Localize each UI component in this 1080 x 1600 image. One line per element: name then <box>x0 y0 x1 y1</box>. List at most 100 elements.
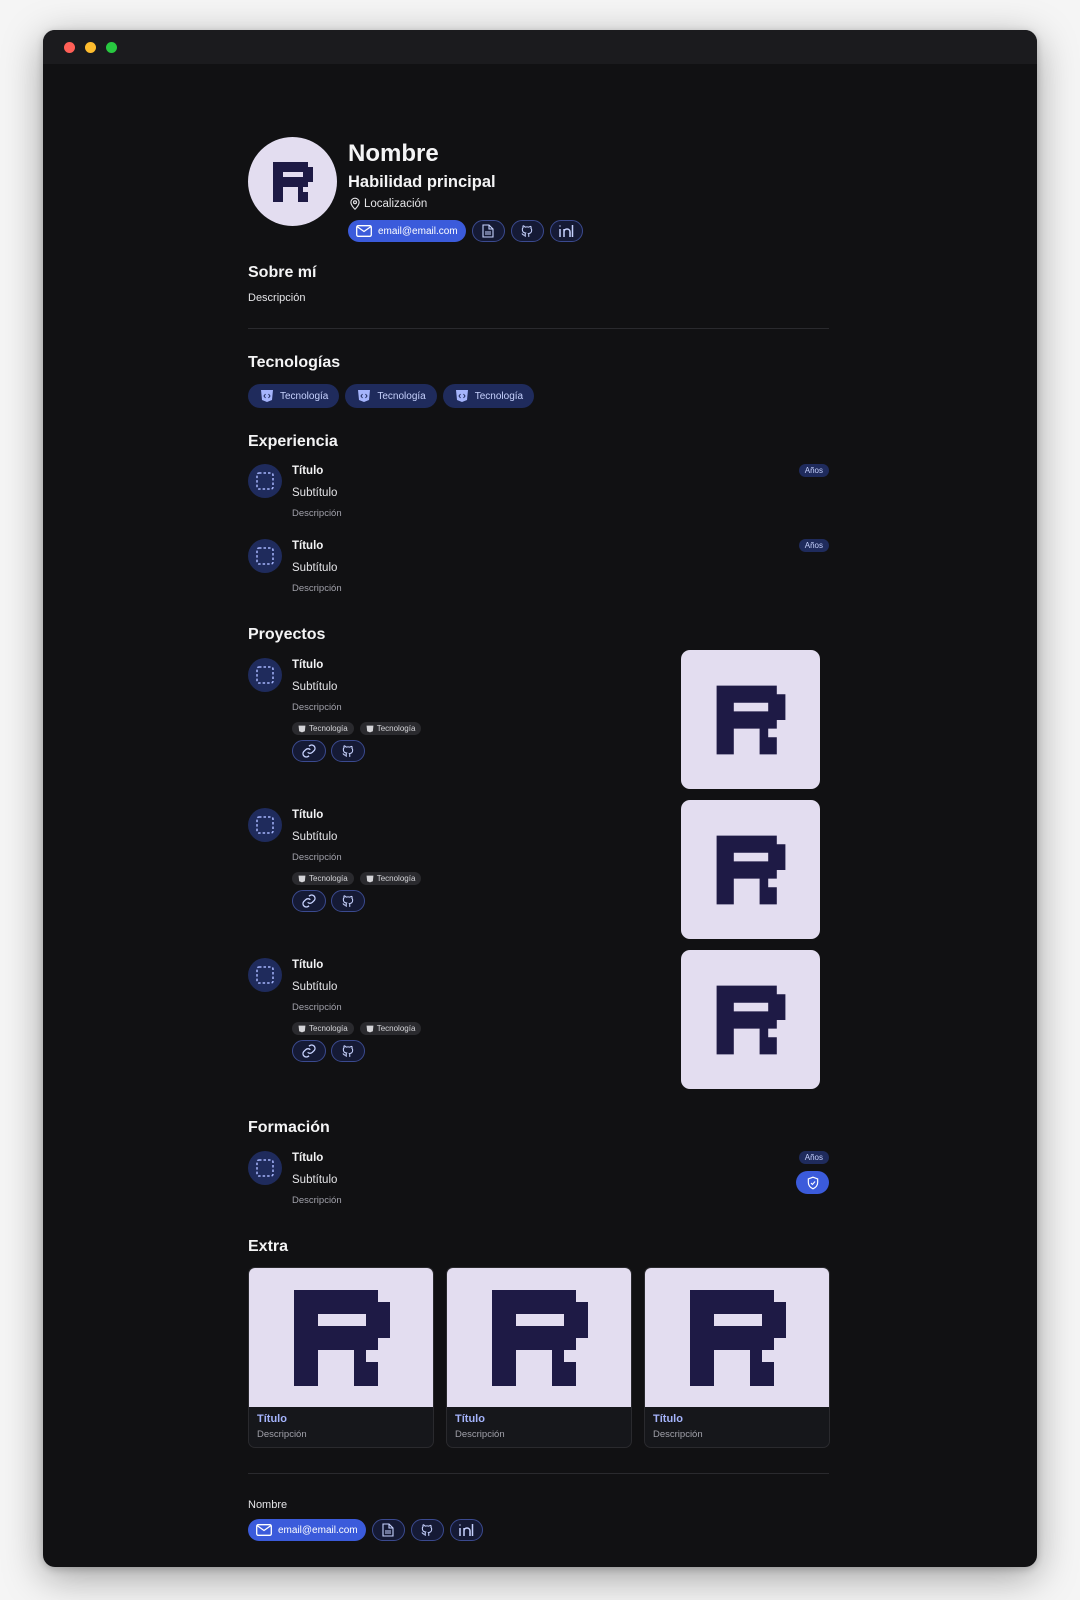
map-pin-icon <box>350 197 360 211</box>
mail-icon <box>356 225 372 237</box>
entry-description: Descripción <box>292 702 342 713</box>
experience-title: Experiencia <box>248 433 338 450</box>
project-link-button[interactable] <box>292 740 326 762</box>
github-icon <box>342 1045 354 1057</box>
entry-description: Descripción <box>292 583 342 594</box>
linkedin-icon <box>559 225 574 237</box>
maximize-window-dot[interactable] <box>106 41 117 53</box>
dashed-square-icon <box>248 808 282 842</box>
project-tags: Tecnología Tecnología <box>292 722 422 735</box>
about-title: Sobre mí <box>248 264 317 281</box>
cv-button[interactable] <box>471 220 505 242</box>
project-image <box>681 800 820 939</box>
github-button[interactable] <box>410 1519 444 1541</box>
location-label: Localización <box>364 198 428 210</box>
certificate-button[interactable] <box>796 1171 829 1194</box>
cv-button[interactable] <box>371 1519 405 1541</box>
years-badge: Años <box>798 539 829 552</box>
logo-r-icon <box>272 161 313 202</box>
entry-subtitle: Subtítulo <box>292 831 338 843</box>
project-tag: Tecnología <box>292 1022 354 1035</box>
extra-card-image <box>447 1268 631 1407</box>
project-tags: Tecnología Tecnología <box>292 872 422 885</box>
email-label: email@email.com <box>378 225 458 237</box>
extra-card[interactable]: Título Descripción <box>248 1267 434 1448</box>
technology-badge: Tecnología <box>248 384 340 408</box>
entry-description: Descripción <box>292 852 342 863</box>
email-button[interactable]: email@email.com <box>248 1519 366 1541</box>
github-icon <box>421 1524 433 1536</box>
project-entry: Título Subtítulo Descripción Tecnología … <box>248 800 829 948</box>
experience-entry: Título Subtítulo Descripción Años <box>248 539 829 599</box>
project-entry: Título Subtítulo Descripción Tecnología … <box>248 650 829 798</box>
extra-card-title: Título <box>455 1413 485 1425</box>
logo-r-icon <box>690 1289 786 1386</box>
logo-r-icon <box>716 835 785 904</box>
mail-icon <box>256 1524 272 1536</box>
project-link-button[interactable] <box>292 890 326 912</box>
entry-description: Descripción <box>292 1195 342 1206</box>
footer-name: Nombre <box>248 1499 288 1511</box>
linkedin-button[interactable] <box>549 220 583 242</box>
dashed-square-icon <box>248 958 282 992</box>
dashed-square-icon <box>248 464 282 498</box>
browser-window: Nombre Habilidad principal Localización … <box>43 30 1037 1567</box>
entry-title: Título <box>292 465 324 477</box>
entry-subtitle: Subtítulo <box>292 562 338 574</box>
technology-label: Tecnología <box>474 390 524 402</box>
window-titlebar <box>43 30 1037 64</box>
technology-badge: Tecnología <box>345 384 437 408</box>
footer-links: email@email.com <box>248 1519 483 1541</box>
profile-location: Localización <box>348 197 427 211</box>
github-button[interactable] <box>510 220 544 242</box>
minimize-window-dot[interactable] <box>85 41 96 53</box>
email-label: email@email.com <box>278 1524 358 1536</box>
dashed-square-icon <box>248 658 282 692</box>
html-shield-icon <box>298 725 306 732</box>
linkedin-button[interactable] <box>449 1519 483 1541</box>
extra-card[interactable]: Título Descripción <box>644 1267 830 1448</box>
entry-subtitle: Subtítulo <box>292 487 338 499</box>
extra-card-title: Título <box>653 1413 683 1425</box>
project-tag: Tecnología <box>359 872 422 885</box>
project-buttons <box>292 890 365 912</box>
technologies-list: Tecnología Tecnología Tecnología <box>248 384 535 408</box>
profile-links: email@email.com <box>348 220 583 242</box>
project-buttons <box>292 740 365 762</box>
education-entry: Título Subtítulo Descripción Años <box>248 1151 829 1211</box>
project-tags: Tecnología Tecnología <box>292 1022 422 1035</box>
dashed-square-icon <box>248 1151 282 1185</box>
project-image <box>681 650 820 789</box>
email-button[interactable]: email@email.com <box>348 220 466 242</box>
years-badge: Años <box>798 464 829 477</box>
projects-title: Proyectos <box>248 626 326 643</box>
project-github-button[interactable] <box>331 740 365 762</box>
logo-r-icon <box>716 985 785 1054</box>
project-tag: Tecnología <box>292 872 354 885</box>
avatar <box>248 137 337 226</box>
entry-title: Título <box>292 659 324 671</box>
technology-label: Tecnología <box>377 390 426 402</box>
entry-subtitle: Subtítulo <box>292 981 338 993</box>
close-window-dot[interactable] <box>64 41 75 53</box>
experience-entry: Título Subtítulo Descripción Años <box>248 464 829 524</box>
linkedin-icon <box>459 1524 474 1536</box>
github-icon <box>521 225 533 237</box>
html-shield-icon <box>366 1025 374 1032</box>
entry-subtitle: Subtítulo <box>292 1174 338 1186</box>
extra-cards: Título Descripción Título Descripción Tí… <box>248 1267 830 1448</box>
dashed-square-icon <box>248 539 282 573</box>
html-shield-icon <box>366 875 374 882</box>
years-badge: Años <box>798 1151 829 1164</box>
project-github-button[interactable] <box>331 890 365 912</box>
html-shield-icon <box>358 390 371 402</box>
project-tag: Tecnología <box>292 722 354 735</box>
extra-card-description: Descripción <box>653 1429 703 1440</box>
project-github-button[interactable] <box>331 1040 365 1062</box>
entry-title: Título <box>292 959 324 971</box>
entry-description: Descripción <box>292 1002 342 1013</box>
extra-card[interactable]: Título Descripción <box>446 1267 632 1448</box>
document-icon <box>482 224 494 238</box>
extra-card-title: Título <box>257 1413 287 1425</box>
project-link-button[interactable] <box>292 1040 326 1062</box>
